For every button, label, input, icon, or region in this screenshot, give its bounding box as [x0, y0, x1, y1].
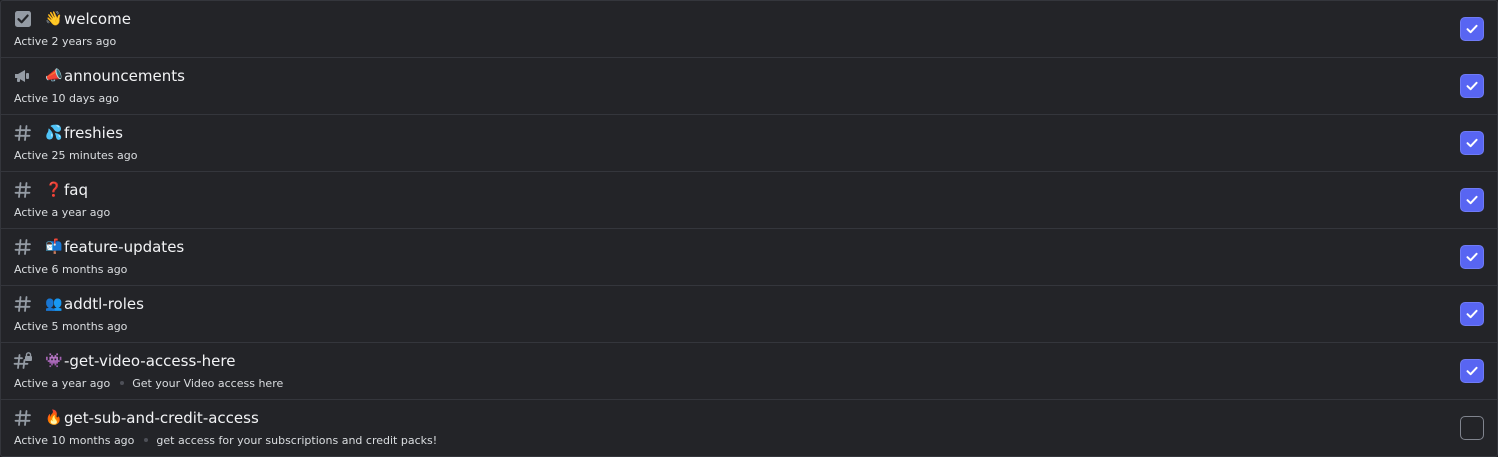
separator-dot: [120, 381, 125, 385]
hashtag-icon: [13, 123, 33, 143]
channel-meta: Active a year ago: [14, 205, 110, 221]
channel-activity: Active 10 months ago: [14, 434, 135, 447]
channel-row-get-sub-and-credit-access[interactable]: 🔥 get-sub-and-credit-access Active 10 mo…: [1, 400, 1497, 456]
channel-activity: Active 2 years ago: [14, 35, 117, 48]
channel-emoji: 👥: [45, 296, 63, 312]
channel-meta: Active 10 months ago get access for your …: [14, 433, 437, 449]
channel-emoji: 📬: [45, 239, 63, 255]
channel-emoji: 📣: [45, 68, 63, 84]
channel-row-freshies[interactable]: 💦 freshies Active 25 minutes ago: [1, 115, 1497, 172]
channel-checkbox[interactable]: [1460, 302, 1484, 326]
channel-name: addtl-roles: [64, 295, 144, 313]
channel-checkbox[interactable]: [1460, 188, 1484, 212]
channel-meta: Active 2 years ago: [14, 34, 116, 50]
checkmark-icon: [1466, 138, 1478, 148]
channel-meta: Active a year ago Get your Video access h…: [14, 376, 283, 392]
channel-name: get-sub-and-credit-access: [64, 409, 259, 427]
hashtag-icon: [13, 180, 33, 200]
checkmark-icon: [1466, 309, 1478, 319]
channel-topic: get access for your subscriptions and cr…: [156, 434, 438, 447]
channel-emoji: 💦: [45, 125, 63, 141]
checkmark-icon: [1466, 81, 1478, 91]
channel-activity: Active 5 months ago: [14, 320, 128, 333]
channel-emoji: 🔥: [45, 410, 63, 426]
channel-activity: Active 10 days ago: [14, 92, 119, 105]
channel-checkbox[interactable]: [1460, 131, 1484, 155]
channel-checkbox[interactable]: [1460, 359, 1484, 383]
channel-row-faq[interactable]: ❓ faq Active a year ago: [1, 172, 1497, 229]
channel-row-addtl-roles[interactable]: 👥 addtl-roles Active 5 months ago: [1, 286, 1497, 343]
channel-emoji: 👾: [45, 353, 63, 369]
channel-checkbox[interactable]: [1460, 17, 1484, 41]
checkmark-icon: [1466, 252, 1478, 262]
channel-activity: Active 25 minutes ago: [14, 149, 138, 162]
channel-row-announcements[interactable]: 📣 announcements Active 10 days ago: [1, 58, 1497, 115]
channel-activity: Active a year ago: [14, 377, 111, 390]
hashtag-icon: [13, 237, 33, 257]
checkmark-icon: [1466, 366, 1478, 376]
checkmark-icon: [1466, 195, 1478, 205]
channel-row-feature-updates[interactable]: 📬 feature-updates Active 6 months ago: [1, 229, 1497, 286]
channel-emoji: ❓: [45, 182, 63, 198]
channel-emoji: 👋: [45, 11, 63, 27]
channel-meta: Active 6 months ago: [14, 262, 127, 278]
channel-meta: Active 25 minutes ago: [14, 148, 138, 164]
channel-name: welcome: [64, 10, 131, 28]
channel-meta: Active 5 months ago: [14, 319, 127, 335]
channel-name: feature-updates: [64, 238, 185, 256]
rules-checkbox-icon: [13, 9, 33, 29]
channel-row-get-video-access-here[interactable]: 👾 -get-video-access-here Active a year a…: [1, 343, 1497, 400]
hashtag-icon: [13, 294, 33, 314]
channel-name: freshies: [64, 124, 123, 142]
separator-dot: [144, 438, 149, 442]
checkmark-icon: [1466, 24, 1478, 34]
hashtag-icon: [13, 408, 33, 428]
channel-checkbox[interactable]: [1460, 245, 1484, 269]
channel-activity: Active a year ago: [14, 206, 111, 219]
hashtag-lock-icon: [13, 351, 33, 371]
channel-activity: Active 6 months ago: [14, 263, 128, 276]
channel-list: 👋 welcome Active 2 years ago 📣 announcem…: [0, 0, 1498, 457]
channel-checkbox[interactable]: [1460, 416, 1484, 440]
channel-name: -get-video-access-here: [64, 352, 236, 370]
megaphone-icon: [13, 66, 33, 86]
channel-row-welcome[interactable]: 👋 welcome Active 2 years ago: [1, 1, 1497, 58]
channel-topic: Get your Video access here: [132, 377, 284, 390]
channel-name: announcements: [64, 67, 185, 85]
channel-meta: Active 10 days ago: [14, 91, 119, 107]
channel-checkbox[interactable]: [1460, 74, 1484, 98]
channel-name: faq: [64, 181, 88, 199]
